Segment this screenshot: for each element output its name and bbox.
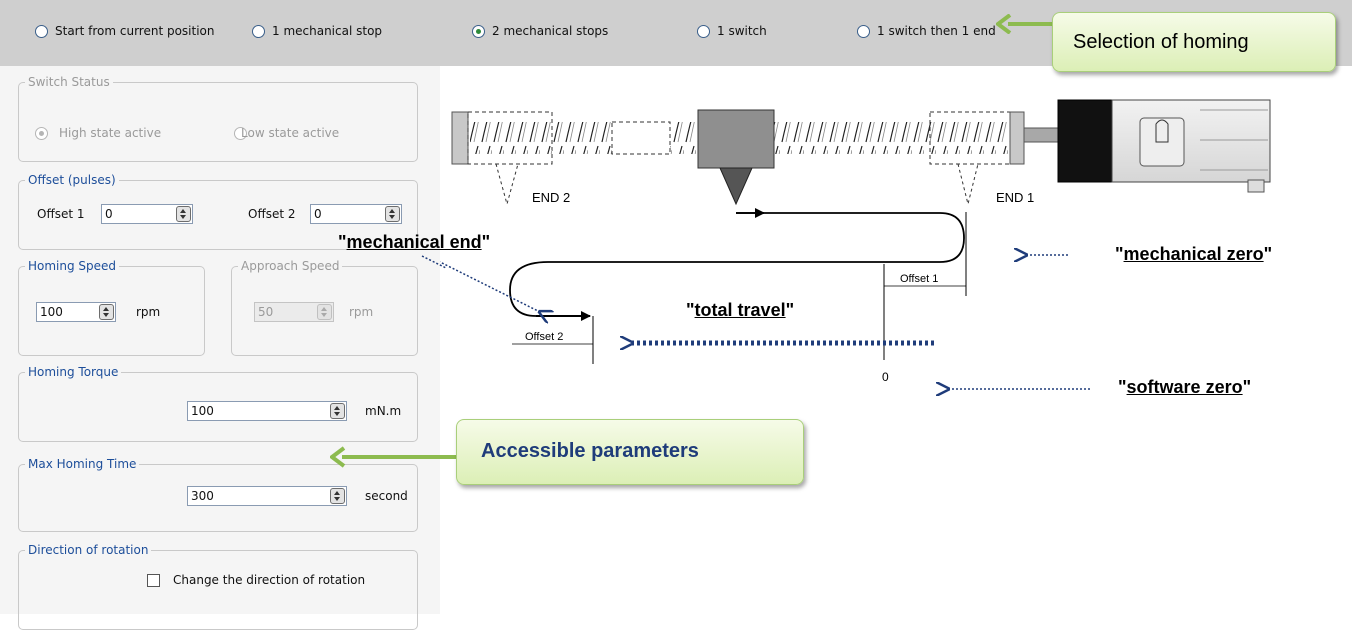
parameters-panel: Switch Status High state active Low stat… bbox=[0, 66, 440, 630]
offset-legend: Offset (pulses) bbox=[25, 173, 119, 187]
homing-speed-legend: Homing Speed bbox=[25, 259, 120, 273]
offset1-label: Offset 1 bbox=[37, 207, 85, 221]
parameters-callout-arrow bbox=[330, 446, 458, 468]
radio-indicator[interactable] bbox=[472, 24, 485, 38]
homing-torque-value: 100 bbox=[191, 404, 214, 418]
homing-speed-spinner[interactable] bbox=[99, 304, 114, 320]
end1-label: END 1 bbox=[996, 190, 1034, 205]
approach-speed-legend: Approach Speed bbox=[238, 259, 343, 273]
mechanical-zero-text: mechanical zero bbox=[1123, 244, 1264, 264]
homing-torque-field[interactable]: 100 bbox=[187, 401, 347, 421]
max-homing-time-field[interactable]: 300 bbox=[187, 486, 347, 506]
low-state-label: Low state active bbox=[241, 126, 340, 140]
approach-speed-spinner[interactable] bbox=[317, 304, 332, 320]
radio-2-mechanical-stops[interactable]: 2 mechanical stops bbox=[472, 24, 608, 38]
software-zero-annotation: "software zero" bbox=[1118, 377, 1252, 397]
max-homing-time-value: 300 bbox=[191, 489, 214, 503]
radio-label: 1 switch then 1 end bbox=[877, 24, 996, 38]
approach-speed-group: Approach Speed 50 rpm bbox=[231, 259, 418, 356]
mechanical-end-pointer bbox=[440, 261, 540, 312]
homing-speed-unit: rpm bbox=[136, 305, 161, 319]
radio-1-switch-then-1-end[interactable]: 1 switch then 1 end bbox=[857, 24, 996, 38]
direction-group: Direction of rotation Change the directi… bbox=[18, 543, 418, 630]
homing-diagram: END 2 END 1 Offset 1 0 Offset 2 bbox=[440, 99, 1271, 614]
radio-label: 2 mechanical stops bbox=[492, 24, 609, 38]
max-homing-time-legend: Max Homing Time bbox=[25, 457, 140, 471]
mechanical-end-annotation: "mechanical end" bbox=[338, 232, 491, 252]
end1-pointer bbox=[957, 163, 979, 205]
approach-speed-field[interactable]: 50 bbox=[254, 302, 334, 322]
homing-torque-legend: Homing Torque bbox=[25, 365, 122, 379]
offset1-diagram-label: Offset 1 bbox=[900, 273, 938, 285]
switch-status-group: Switch Status High state active Low stat… bbox=[18, 75, 418, 162]
offset2-value: 0 bbox=[314, 207, 322, 221]
offset2-label: Offset 2 bbox=[248, 207, 296, 221]
mechanical-zero-annotation: "mechanical zero" bbox=[1115, 244, 1273, 264]
switch-status-legend: Switch Status bbox=[25, 75, 113, 89]
radio-label: 1 switch bbox=[717, 24, 767, 38]
radio-label: Start from current position bbox=[55, 24, 215, 38]
total-travel-text: total travel bbox=[694, 300, 786, 320]
screw-assembly bbox=[451, 99, 1271, 206]
high-state-label: High state active bbox=[59, 126, 162, 140]
end2-label: END 2 bbox=[532, 190, 570, 205]
homing-callout-arrow bbox=[996, 14, 1054, 34]
change-direction-checkbox[interactable] bbox=[147, 574, 160, 587]
direction-legend: Direction of rotation bbox=[25, 543, 152, 557]
mechanical-end-pointer-lead bbox=[421, 255, 447, 269]
offset1-field[interactable]: 0 bbox=[101, 204, 193, 224]
offset2-spinner[interactable] bbox=[385, 206, 400, 222]
radio-indicator[interactable] bbox=[35, 24, 48, 38]
approach-speed-value: 50 bbox=[258, 305, 274, 319]
max-homing-time-spinner[interactable] bbox=[330, 488, 345, 504]
homing-torque-spinner[interactable] bbox=[330, 403, 345, 419]
accessible-parameters-callout: Accessible parameters bbox=[456, 419, 804, 485]
offset2-diagram-label: Offset 2 bbox=[525, 331, 563, 343]
homing-speed-field[interactable]: 100 bbox=[36, 302, 116, 322]
homing-torque-group: Homing Torque 100 mN.m bbox=[18, 365, 418, 442]
zero-label: 0 bbox=[882, 370, 889, 384]
end2-pointer bbox=[495, 163, 519, 206]
radio-1-switch[interactable]: 1 switch bbox=[697, 24, 767, 38]
software-zero-text: software zero bbox=[1126, 377, 1243, 397]
radio-label: 1 mechanical stop bbox=[272, 24, 383, 38]
radio-indicator[interactable] bbox=[697, 24, 710, 38]
offset2-field[interactable]: 0 bbox=[310, 204, 402, 224]
max-homing-time-group: Max Homing Time 300 second bbox=[18, 457, 418, 532]
radio-1-mechanical-stop[interactable]: 1 mechanical stop bbox=[252, 24, 382, 38]
approach-speed-unit: rpm bbox=[349, 305, 374, 319]
homing-torque-unit: mN.m bbox=[365, 404, 402, 418]
mechanical-end-text: mechanical end bbox=[346, 232, 482, 252]
radio-indicator[interactable] bbox=[857, 24, 870, 38]
max-homing-time-unit: second bbox=[365, 489, 408, 503]
radio-high-state-active[interactable] bbox=[35, 127, 48, 140]
radio-start-current-position[interactable]: Start from current position bbox=[35, 24, 215, 38]
radio-indicator[interactable] bbox=[252, 24, 265, 38]
offset1-value: 0 bbox=[105, 207, 113, 221]
offset1-spinner[interactable] bbox=[176, 206, 191, 222]
total-travel-annotation: "total travel" bbox=[686, 300, 795, 320]
accessible-parameters-text: Accessible parameters bbox=[481, 440, 699, 462]
homing-selection-callout: Selection of homing bbox=[1052, 12, 1336, 72]
homing-selection-text: Selection of homing bbox=[1073, 31, 1249, 53]
homing-speed-value: 100 bbox=[40, 305, 63, 319]
change-direction-label: Change the direction of rotation bbox=[173, 573, 366, 587]
homing-speed-group: Homing Speed 100 rpm bbox=[18, 259, 205, 356]
